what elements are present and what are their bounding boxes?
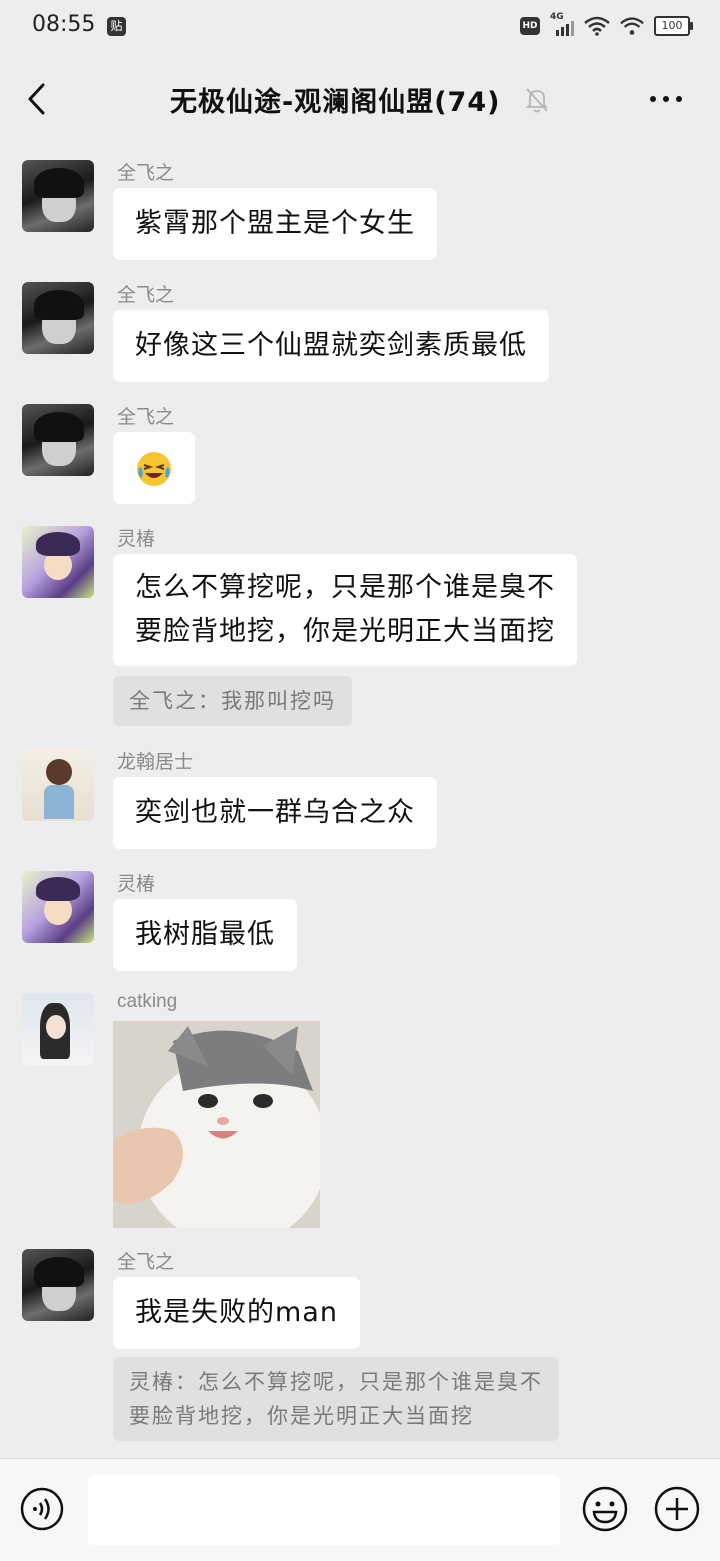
back-arrow-icon[interactable] — [24, 82, 50, 116]
chat-header: 无极仙途-观澜阁仙盟(74) — [0, 54, 720, 144]
avatar[interactable] — [22, 871, 94, 943]
avatar[interactable] — [22, 526, 94, 598]
avatar[interactable] — [22, 404, 94, 476]
avatar[interactable] — [22, 282, 94, 354]
tieba-notification-icon: 贴 — [107, 17, 126, 36]
quoted-reply[interactable]: 全飞之：我那叫挖吗 — [113, 676, 352, 726]
avatar[interactable] — [22, 993, 94, 1065]
sender-name: 龙翰居士 — [117, 751, 194, 773]
add-more-icon[interactable] — [654, 1486, 700, 1532]
chat-title: 无极仙途-观澜阁仙盟(74) — [170, 87, 501, 118]
message-bubble[interactable]: 紫霄那个盟主是个女生 — [113, 188, 437, 260]
sender-name: 灵椿 — [117, 528, 156, 550]
cellular-signal-icon: 4G — [550, 12, 574, 36]
cat-photo-image[interactable] — [113, 1021, 320, 1228]
message-bubble[interactable]: 我是失败的man — [113, 1277, 360, 1349]
emoji-picker-icon[interactable] — [582, 1486, 628, 1532]
message-bubble[interactable]: 怎么不算挖呢，只是那个谁是臭不 要脸背地挖，你是光明正大当面挖 — [113, 554, 577, 666]
sender-name: 全飞之 — [117, 284, 175, 306]
more-options-icon[interactable] — [650, 96, 682, 102]
sender-name: catking — [117, 991, 178, 1012]
grinning-squinting-tears-emoji-icon — [137, 451, 171, 486]
status-time: 08:55 — [32, 12, 96, 37]
voice-input-icon[interactable] — [20, 1487, 64, 1531]
hd-voice-icon: HD — [520, 17, 540, 35]
wifi-icon-2 — [620, 17, 644, 35]
input-bar — [0, 1458, 720, 1561]
status-bar: 08:55 贴 HD 4G 100 — [0, 0, 720, 54]
sender-name: 全飞之 — [117, 1251, 175, 1273]
avatar[interactable] — [22, 160, 94, 232]
message-bubble[interactable]: 奕剑也就一群乌合之众 — [113, 777, 437, 849]
avatar[interactable] — [22, 749, 94, 821]
message-bubble[interactable] — [113, 432, 195, 504]
network-type-label: 4G — [550, 12, 564, 22]
quoted-reply[interactable]: 灵椿：怎么不算挖呢，只是那个谁是臭不 要脸背地挖，你是光明正大当面挖 — [113, 1357, 559, 1441]
message-bubble[interactable]: 我树脂最低 — [113, 899, 297, 971]
sender-name: 全飞之 — [117, 406, 175, 428]
message-bubble[interactable]: 好像这三个仙盟就奕剑素质最低 — [113, 310, 549, 382]
sender-name: 全飞之 — [117, 162, 175, 184]
cat-photo-drawing — [113, 1021, 320, 1228]
sender-name: 灵椿 — [117, 873, 156, 895]
muted-bell-icon — [525, 88, 549, 113]
avatar[interactable] — [22, 1249, 94, 1321]
wifi-icon — [584, 16, 610, 36]
message-input[interactable] — [88, 1475, 560, 1545]
battery-icon: 100 — [654, 16, 693, 36]
